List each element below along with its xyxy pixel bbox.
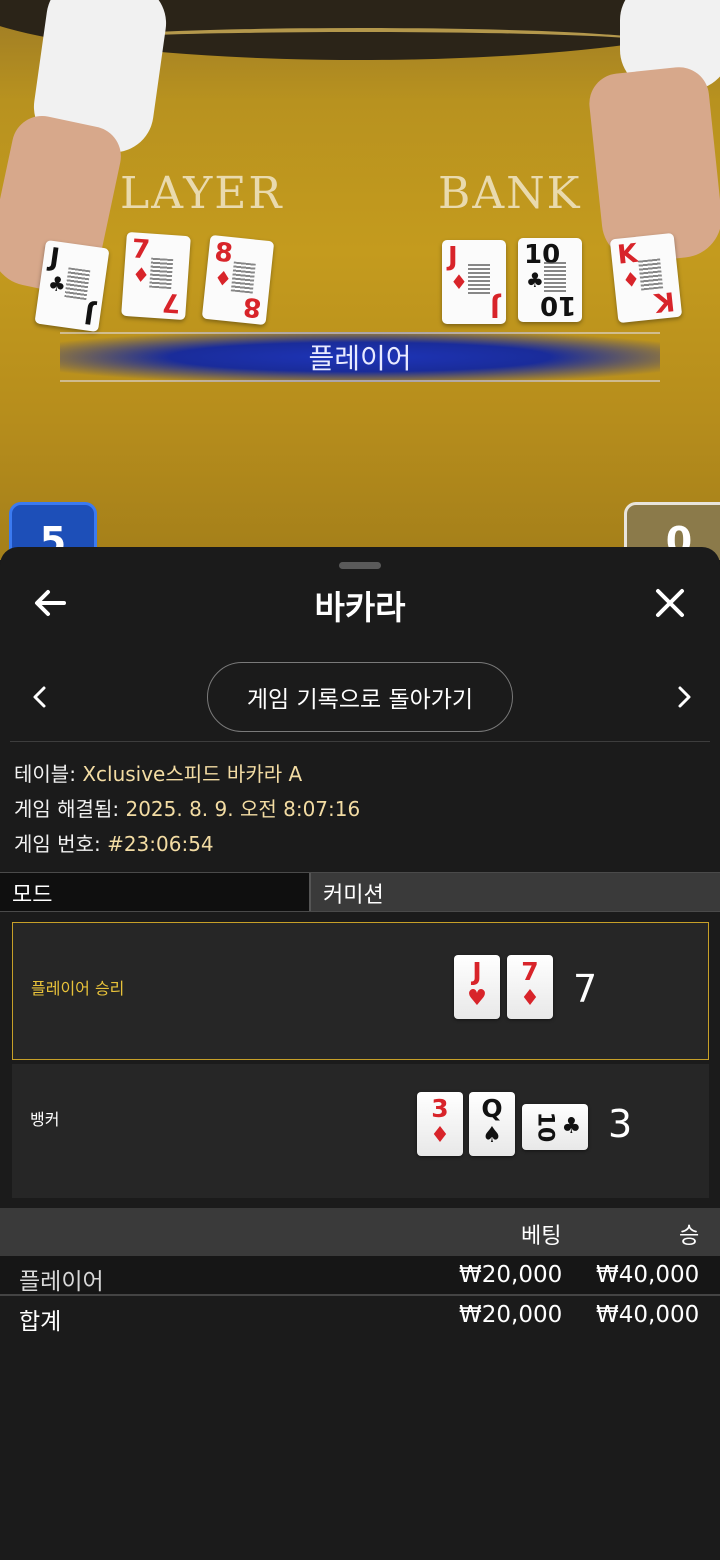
card-rank: 7	[521, 957, 539, 986]
table-info-label: 테이블:	[14, 762, 76, 786]
banker-hand-score: 3	[608, 1102, 633, 1146]
result-banner: 플레이어	[60, 332, 660, 382]
result-card: 7 ♦	[507, 955, 553, 1019]
resolved-info: 게임 해결됨: 2025. 8. 9. 오전 8:07:16	[14, 793, 360, 822]
card-suit: ♦	[430, 1123, 450, 1148]
card-face-art	[544, 262, 566, 292]
sheet-title: 바카라	[314, 588, 406, 627]
card-suit: ♦	[131, 262, 151, 288]
table-info: 테이블: Xclusive스피드 바카라 A	[14, 758, 302, 787]
back-to-history-button[interactable]: 게임 기록으로 돌아가기	[207, 662, 513, 732]
card-suit: ♦	[520, 986, 540, 1011]
close-icon	[656, 589, 684, 617]
mode-commission-row: 모드 커미션	[0, 872, 720, 912]
game-number-label: 게임 번호:	[14, 832, 101, 856]
chevron-left-icon	[33, 686, 46, 708]
divider	[10, 741, 710, 742]
card-rank: 8	[213, 237, 235, 270]
result-card: 3 ♦	[417, 1092, 463, 1156]
result-card: Q ♠	[469, 1092, 515, 1156]
card-suit: ♦	[450, 270, 468, 294]
player-hand-result: 플레이어 승리 J ♥ 7 ♦ 7	[12, 922, 709, 1060]
drag-handle[interactable]	[339, 562, 381, 569]
next-game-button[interactable]	[668, 682, 698, 712]
card-rank-inverted: 7	[161, 286, 182, 318]
card-rank-inverted: J	[82, 298, 97, 330]
card-rank: Q	[481, 1094, 503, 1123]
card-face-art	[230, 261, 256, 294]
card-suit: ♦	[620, 266, 642, 293]
table-card: 7 ♦ 7	[121, 231, 191, 321]
table-card: J ♦ J	[442, 240, 506, 324]
commission-label: 커미션	[311, 873, 720, 911]
total-row: 합계 ₩20,000 ₩40,000	[0, 1296, 720, 1335]
table-info-value: Xclusive스피드 바카라 A	[82, 762, 303, 786]
previous-game-button[interactable]	[26, 682, 56, 712]
resolved-info-value: 2025. 8. 9. 오전 8:07:16	[125, 797, 361, 821]
card-rank-inverted: 8	[241, 290, 263, 323]
banker-hand-result: 뱅커 3 ♦ Q ♠ 10 ♣ 3	[12, 1064, 709, 1198]
player-hand-label: 플레이어 승리	[31, 979, 125, 998]
bets-table-header: 베팅 승	[0, 1208, 720, 1256]
card-suit: ♥	[467, 986, 487, 1011]
game-number-info: 게임 번호: #23:06:54	[14, 828, 214, 857]
card-suit: ♣	[561, 1114, 582, 1139]
card-rank: J	[472, 957, 482, 986]
card-rank-inverted: 10	[539, 290, 576, 320]
card-face-art	[64, 267, 91, 301]
table-card: 8 ♦ 8	[201, 234, 275, 326]
win-column-header: 승	[679, 1224, 700, 1249]
card-face-art	[149, 257, 174, 290]
total-win-amount: ₩40,000	[596, 1302, 700, 1328]
table-card: J ♣ J	[34, 239, 110, 333]
card-rank: J	[448, 242, 458, 272]
bet-amount-cell: ₩20,000	[459, 1262, 563, 1288]
card-face-art	[468, 264, 490, 294]
total-label: 합계	[19, 1309, 62, 1335]
result-card: J ♥	[454, 955, 500, 1019]
table-card: 10 ♣ 10	[518, 238, 582, 322]
card-rank: 7	[130, 234, 151, 266]
card-rank-inverted: J	[490, 292, 500, 322]
bet-column-header: 베팅	[521, 1224, 562, 1249]
game-detail-sheet: 바카라 게임 기록으로 돌아가기 테이블: Xclusive스피드 바카라 A …	[0, 547, 720, 1560]
banker-area-label: BANK	[438, 168, 582, 219]
game-number-value: #23:06:54	[107, 832, 214, 856]
card-suit: ♣	[526, 268, 544, 292]
card-suit: ♠	[482, 1123, 502, 1148]
resolved-info-label: 게임 해결됨:	[14, 797, 120, 821]
player-hand-score: 7	[573, 967, 598, 1011]
mode-label: 모드	[0, 873, 311, 911]
total-bet-amount: ₩20,000	[459, 1302, 563, 1328]
sheet-header: 바카라	[0, 569, 720, 639]
bet-type-cell: 플레이어	[19, 1269, 104, 1295]
card-rank: K	[615, 238, 640, 271]
live-video-feed: LAYER BANK J ♣ J 7 ♦ 7 8 ♦ 8 J ♦ J 10 ♣ 10 K ♦ K 플레이어 5 …	[0, 0, 720, 560]
card-rank: 3	[431, 1094, 449, 1123]
game-navigation: 게임 기록으로 돌아가기	[0, 662, 720, 732]
card-rank: 10	[532, 1111, 558, 1143]
card-rank: J	[47, 242, 62, 274]
player-area-label: LAYER	[120, 168, 284, 219]
table-card: K ♦ K	[609, 232, 683, 324]
close-button[interactable]	[650, 583, 690, 623]
banker-hand-label: 뱅커	[30, 1110, 60, 1129]
table-row: 플레이어 ₩20,000 ₩40,000	[0, 1256, 720, 1295]
result-card: 10 ♣	[522, 1104, 588, 1150]
chevron-right-icon	[678, 686, 691, 708]
card-rank-inverted: K	[652, 285, 677, 318]
win-amount-cell: ₩40,000	[596, 1262, 700, 1288]
